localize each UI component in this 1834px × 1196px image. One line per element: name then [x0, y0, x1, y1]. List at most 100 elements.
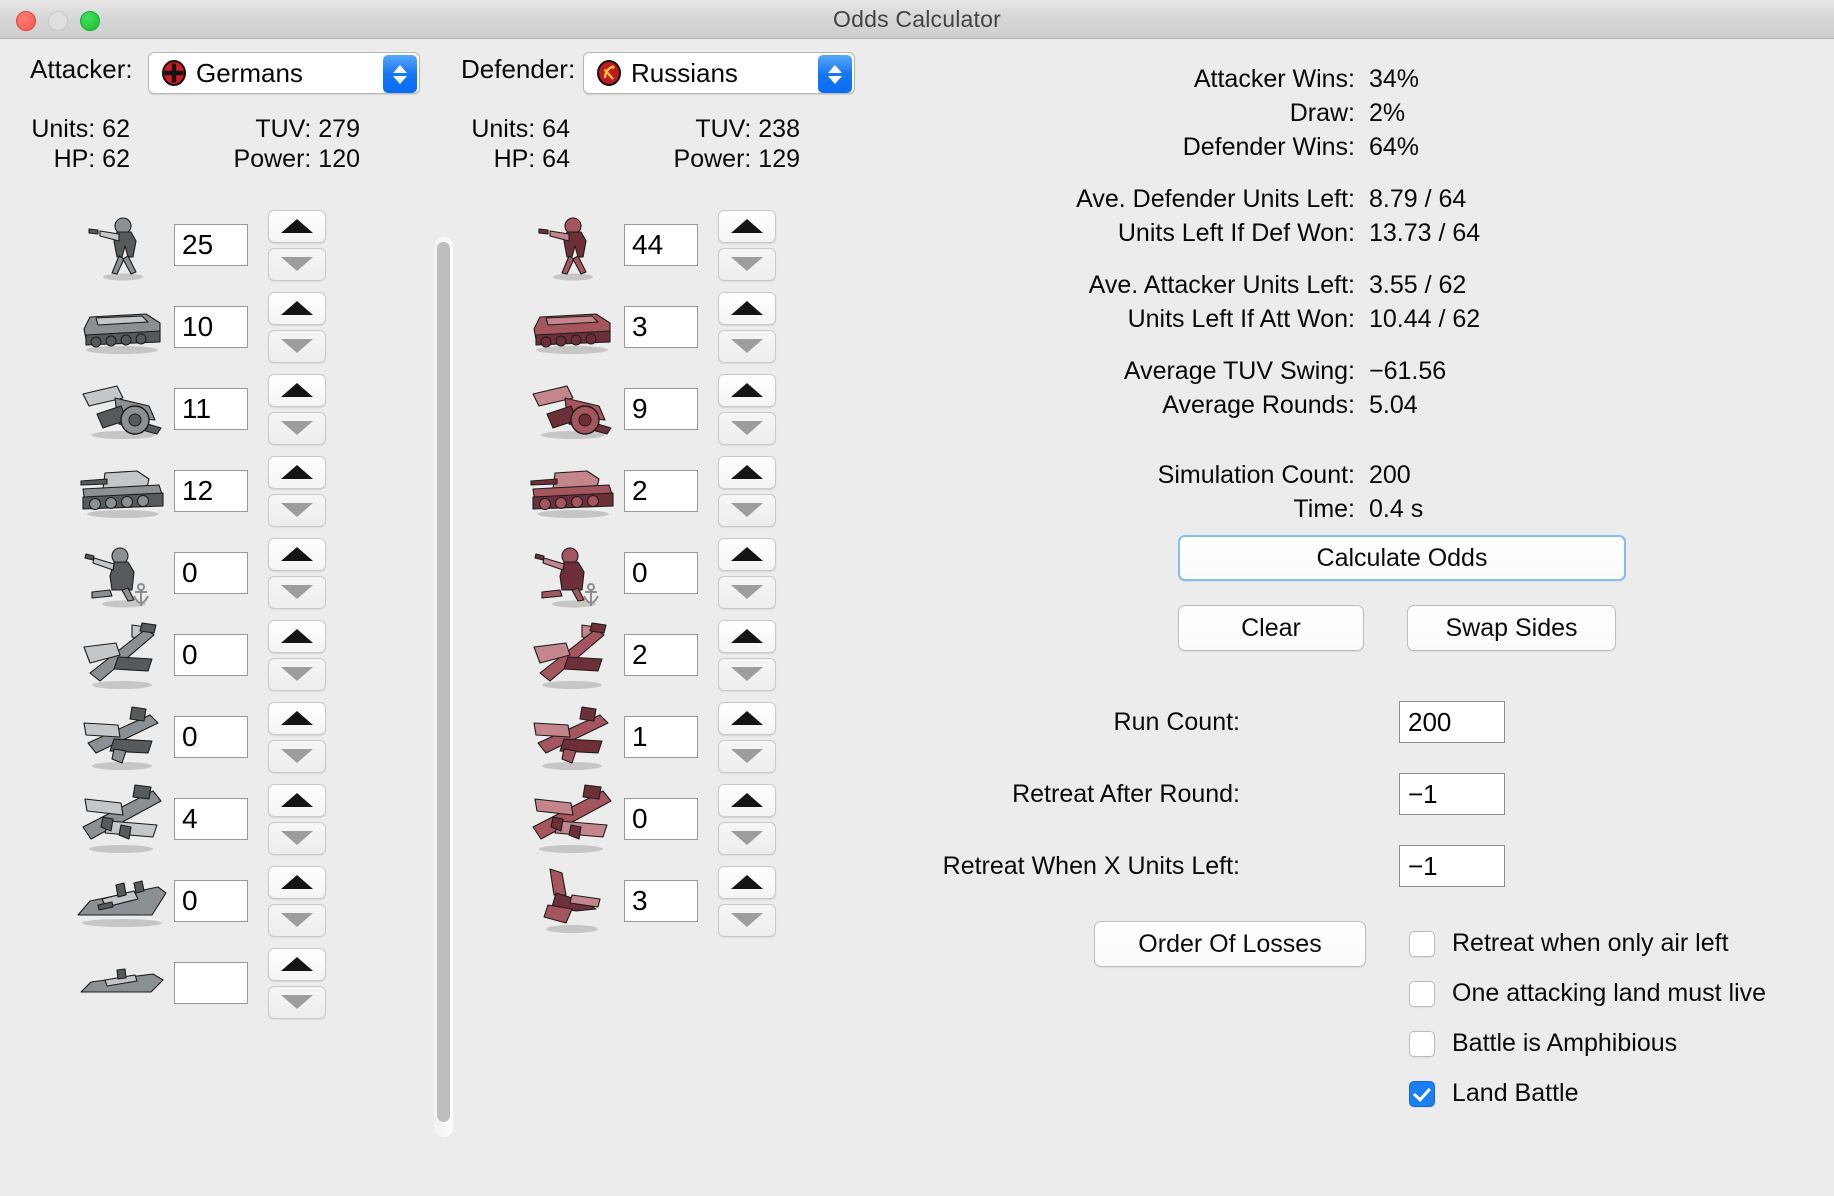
stepper-increment-button[interactable]: [718, 373, 776, 407]
stepper-decrement-button[interactable]: [268, 657, 326, 691]
clear-button[interactable]: Clear: [1178, 605, 1364, 651]
unit-stepper[interactable]: [268, 701, 326, 773]
stepper-decrement-button[interactable]: [268, 821, 326, 855]
checkbox-box[interactable]: [1409, 1030, 1435, 1057]
attacker-unit-list[interactable]: 25 10 11 12 0 0 0 4 0: [70, 200, 420, 1165]
unit-count-input[interactable]: 0: [174, 880, 248, 922]
unit-stepper[interactable]: [268, 947, 326, 1019]
stepper-decrement-button[interactable]: [718, 493, 776, 527]
unit-stepper[interactable]: [268, 373, 326, 445]
stepper-increment-button[interactable]: [718, 537, 776, 571]
stepper-increment-button[interactable]: [268, 291, 326, 325]
stepper-increment-button[interactable]: [718, 209, 776, 243]
checkbox-retreat-when-only-air-left[interactable]: Retreat when only air left: [1409, 929, 1729, 958]
stepper-decrement-button[interactable]: [268, 575, 326, 609]
unit-stepper[interactable]: [718, 291, 776, 363]
unit-count-input[interactable]: 3: [624, 306, 698, 348]
stepper-increment-button[interactable]: [268, 783, 326, 817]
stepper-increment-button[interactable]: [718, 701, 776, 735]
stepper-increment-button[interactable]: [268, 537, 326, 571]
stepper-decrement-button[interactable]: [268, 247, 326, 281]
calculate-odds-button[interactable]: Calculate Odds: [1178, 535, 1626, 581]
unit-stepper[interactable]: [268, 209, 326, 281]
run-count-input[interactable]: 200: [1399, 701, 1505, 743]
stepper-decrement-button[interactable]: [718, 329, 776, 363]
stepper-increment-button[interactable]: [718, 783, 776, 817]
unit-count-input[interactable]: 2: [624, 634, 698, 676]
attacker-select[interactable]: Germans: [148, 52, 420, 94]
unit-count-input[interactable]: 0: [174, 634, 248, 676]
unit-stepper[interactable]: [268, 783, 326, 855]
checkbox-box[interactable]: [1409, 980, 1435, 1007]
swap-sides-button[interactable]: Swap Sides: [1407, 605, 1616, 651]
stepper-decrement-button[interactable]: [268, 739, 326, 773]
unit-stepper[interactable]: [718, 619, 776, 691]
stepper-decrement-button[interactable]: [268, 411, 326, 445]
checkbox-one-attacking-land-must-live[interactable]: One attacking land must live: [1409, 979, 1766, 1008]
stepper-increment-button[interactable]: [268, 455, 326, 489]
stepper-decrement-button[interactable]: [718, 575, 776, 609]
triangle-down-icon: [281, 831, 313, 845]
unit-count-input[interactable]: 1: [624, 716, 698, 758]
stepper-increment-button[interactable]: [268, 865, 326, 899]
checkbox-battle-is-amphibious[interactable]: Battle is Amphibious: [1409, 1029, 1677, 1058]
checkbox-box[interactable]: [1409, 1080, 1435, 1107]
defender-unit-list[interactable]: 44 3 9 2 0 2 1 0 3: [520, 200, 870, 1165]
unit-stepper[interactable]: [268, 537, 326, 609]
stepper-decrement-button[interactable]: [718, 247, 776, 281]
unit-count-input[interactable]: 4: [174, 798, 248, 840]
unit-count-input[interactable]: 10: [174, 306, 248, 348]
scrollbar-thumb[interactable]: [437, 242, 450, 1122]
unit-stepper[interactable]: [268, 619, 326, 691]
checkbox-box[interactable]: [1409, 930, 1435, 957]
checkbox-land-battle[interactable]: Land Battle: [1409, 1079, 1579, 1108]
stepper-decrement-button[interactable]: [268, 329, 326, 363]
unit-count-input[interactable]: 25: [174, 224, 248, 266]
unit-count-input[interactable]: 0: [174, 716, 248, 758]
unit-count-input[interactable]: 2: [624, 470, 698, 512]
stepper-increment-button[interactable]: [718, 619, 776, 653]
unit-stepper[interactable]: [718, 701, 776, 773]
unit-count-input[interactable]: 9: [624, 388, 698, 430]
attacker-list-scrollbar[interactable]: [434, 237, 453, 1137]
stepper-decrement-button[interactable]: [268, 985, 326, 1019]
retreat-after-round-input[interactable]: −1: [1399, 773, 1505, 815]
stepper-increment-button[interactable]: [268, 701, 326, 735]
stepper-increment-button[interactable]: [718, 455, 776, 489]
stepper-decrement-button[interactable]: [718, 657, 776, 691]
attacker-select-stepper[interactable]: [383, 55, 417, 93]
stepper-decrement-button[interactable]: [718, 821, 776, 855]
stepper-decrement-button[interactable]: [268, 903, 326, 937]
stepper-decrement-button[interactable]: [718, 411, 776, 445]
unit-stepper[interactable]: [718, 783, 776, 855]
stepper-increment-button[interactable]: [718, 865, 776, 899]
unit-count-input[interactable]: 0: [624, 798, 698, 840]
unit-stepper[interactable]: [718, 865, 776, 937]
unit-stepper[interactable]: [718, 373, 776, 445]
unit-count-input[interactable]: 0: [174, 552, 248, 594]
stepper-increment-button[interactable]: [268, 209, 326, 243]
stepper-decrement-button[interactable]: [718, 739, 776, 773]
unit-stepper[interactable]: [718, 455, 776, 527]
stepper-increment-button[interactable]: [268, 619, 326, 653]
stepper-decrement-button[interactable]: [268, 493, 326, 527]
stepper-decrement-button[interactable]: [718, 903, 776, 937]
defender-select[interactable]: Russians: [583, 52, 855, 94]
unit-count-input[interactable]: 12: [174, 470, 248, 512]
retreat-when-x-units-left-input[interactable]: −1: [1399, 845, 1505, 887]
unit-stepper[interactable]: [268, 455, 326, 527]
stepper-increment-button[interactable]: [268, 947, 326, 981]
stepper-increment-button[interactable]: [718, 291, 776, 325]
unit-count-input[interactable]: 0: [624, 552, 698, 594]
unit-count-input[interactable]: 11: [174, 388, 248, 430]
unit-count-input[interactable]: [174, 962, 248, 1004]
unit-stepper[interactable]: [718, 537, 776, 609]
unit-stepper[interactable]: [718, 209, 776, 281]
unit-count-input[interactable]: 44: [624, 224, 698, 266]
defender-select-stepper[interactable]: [818, 55, 852, 93]
unit-stepper[interactable]: [268, 865, 326, 937]
unit-stepper[interactable]: [268, 291, 326, 363]
stepper-increment-button[interactable]: [268, 373, 326, 407]
unit-count-input[interactable]: 3: [624, 880, 698, 922]
order-of-losses-button[interactable]: Order Of Losses: [1094, 921, 1366, 967]
